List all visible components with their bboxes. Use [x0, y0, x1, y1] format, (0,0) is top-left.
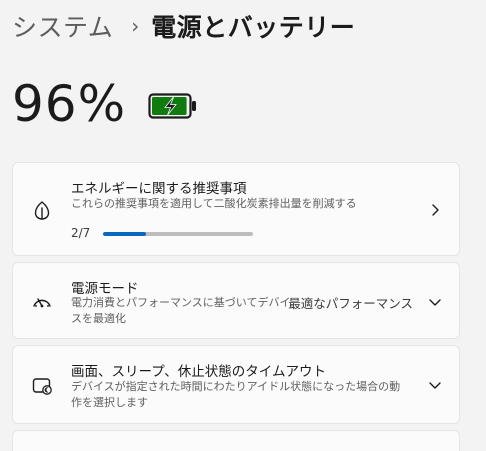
- power-mode-title: 電源モード: [71, 281, 139, 297]
- sleep-timeout-icon: [31, 375, 53, 397]
- recommendations-progress-fill: [103, 232, 146, 236]
- energy-recommendations-title: エネルギーに関する推奨事項: [71, 181, 247, 197]
- recommendations-progress-label: 2/7: [71, 226, 91, 240]
- breadcrumb-parent-link[interactable]: システム: [12, 8, 113, 44]
- energy-recommendations-description: これらの推奨事項を適用して二酸化炭素排出量を削減する: [71, 197, 357, 210]
- sleep-timeout-card[interactable]: 画面、スリープ、休止状態のタイムアウト デバイスが指定された時間にわたりアイドル…: [12, 345, 460, 424]
- chevron-right-icon[interactable]: [427, 202, 443, 218]
- energy-recommendations-card[interactable]: エネルギーに関する推奨事項 これらの推奨事項を適用して二酸化炭素排出量を削減する…: [12, 162, 460, 256]
- power-mode-selected-value[interactable]: 最適なパフォーマンス: [288, 293, 413, 312]
- chevron-down-icon[interactable]: [427, 294, 443, 310]
- chevron-down-icon[interactable]: [427, 377, 443, 393]
- battery-status: 96%: [12, 72, 198, 136]
- power-mode-description: 電力消費とパフォーマンスに基づいてデバイスを最適化: [71, 296, 291, 325]
- sleep-timeout-description: デバイスが指定された時間にわたりアイドル状態になった場合の動作を選択します: [71, 380, 401, 409]
- settings-page: システム › 電源とバッテリー 96% エネルギーに関する推奨事項 これらの推奨…: [0, 0, 486, 451]
- next-settings-card[interactable]: [12, 430, 460, 451]
- breadcrumb: システム › 電源とバッテリー: [12, 4, 355, 48]
- power-mode-card[interactable]: 電源モード 電力消費とパフォーマンスに基づいてデバイスを最適化 最適なパフォーマ…: [12, 262, 460, 339]
- breadcrumb-separator: ›: [131, 14, 140, 38]
- sleep-timeout-title: 画面、スリープ、休止状態のタイムアウト: [71, 364, 327, 380]
- recommendations-progress-bar: [103, 232, 253, 236]
- page-title: 電源とバッテリー: [151, 13, 356, 42]
- battery-charging-icon: [148, 91, 198, 121]
- power-mode-icon: [31, 290, 53, 312]
- leaf-icon: [31, 200, 53, 222]
- battery-percent: 96%: [12, 75, 127, 133]
